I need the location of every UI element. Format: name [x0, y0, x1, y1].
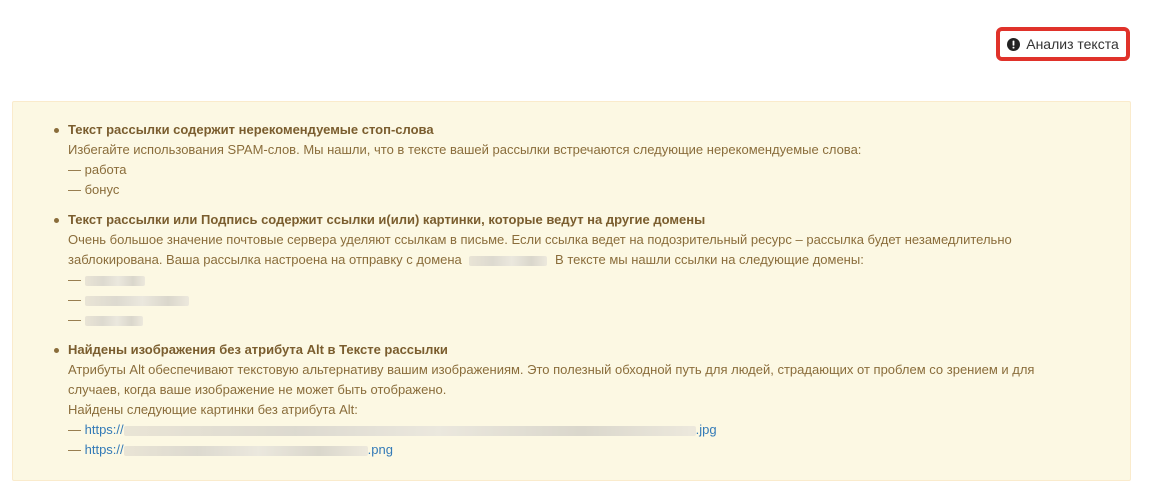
stop-word-item: — бонус [68, 182, 120, 197]
analyze-text-button[interactable]: Анализ текста [996, 27, 1130, 61]
issue-text: заблокирована. Ваша рассылка настроена н… [68, 250, 1012, 270]
domain-item: — [68, 270, 1012, 290]
image-link-item: — https://.png [68, 442, 393, 457]
exclamation-circle-icon [1007, 37, 1021, 51]
issue-title: Текст рассылки или Подпись содержит ссыл… [68, 212, 706, 227]
redacted-url [123, 445, 368, 456]
image-link[interactable]: https://.jpg [85, 422, 717, 437]
issue-text-part: заблокирована. Ваша рассылка настроена н… [68, 252, 462, 267]
issue-stop-words: Текст рассылки содержит нерекомендуемые … [54, 120, 862, 200]
issue-text: Очень большое значение почтовые сервера … [68, 232, 1012, 247]
redacted-domain [84, 315, 143, 326]
redacted-domain [84, 295, 189, 306]
bullet-icon [54, 218, 59, 223]
image-link-item: — https://.jpg [68, 422, 717, 437]
domain-item: — [68, 290, 1012, 310]
bullet-icon [54, 348, 59, 353]
issue-external-links: Текст рассылки или Подпись содержит ссыл… [54, 210, 1012, 330]
issue-missing-alt: Найдены изображения без атрибута Alt в Т… [54, 340, 1035, 460]
redacted-domain [84, 275, 145, 286]
image-link[interactable]: https://.png [85, 442, 393, 457]
issue-text: Атрибуты Alt обеспечивают текстовую альт… [68, 362, 1035, 377]
redacted-sender-domain [469, 255, 548, 266]
issue-title: Найдены изображения без атрибута Alt в Т… [68, 342, 448, 357]
issue-text: Найдены следующие картинки без атрибута … [68, 402, 358, 417]
bullet-icon [54, 128, 59, 133]
issue-text: случаев, когда ваше изображение не может… [68, 382, 447, 397]
analyze-text-label: Анализ текста [1026, 36, 1119, 52]
redacted-url [123, 425, 696, 436]
top-bar: Анализ текста [0, 0, 1162, 100]
issue-text: Избегайте использования SPAM-слов. Мы на… [68, 142, 862, 157]
issue-title: Текст рассылки содержит нерекомендуемые … [68, 122, 434, 137]
domain-item: — [68, 310, 1012, 330]
stop-word-item: — работа [68, 162, 127, 177]
issue-text-part: В тексте мы нашли ссылки на следующие до… [555, 252, 864, 267]
